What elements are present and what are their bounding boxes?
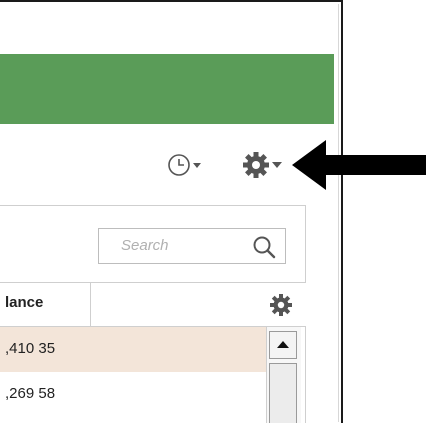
- balance-cell: ,269 58: [5, 385, 56, 402]
- chevron-down-icon: [193, 163, 201, 168]
- annotation-arrow-icon: [292, 140, 426, 190]
- chevron-down-icon: [272, 162, 282, 168]
- history-dropdown-button[interactable]: [166, 151, 204, 179]
- arrow-up-icon: [277, 341, 289, 348]
- app-window: Search lance ,410 35 ,269 58: [0, 0, 343, 423]
- search-placeholder: Search: [121, 237, 169, 254]
- table-row[interactable]: ,269 58: [0, 372, 266, 417]
- column-settings-gear-icon[interactable]: [268, 292, 294, 318]
- scroll-thumb[interactable]: [269, 363, 297, 423]
- search-icon[interactable]: [251, 234, 277, 260]
- column-header-balance[interactable]: lance: [5, 294, 43, 311]
- search-input[interactable]: Search: [98, 228, 286, 264]
- column-divider[interactable]: [90, 283, 91, 327]
- gear-icon: [243, 152, 282, 178]
- table-row[interactable]: ,410 35: [0, 327, 266, 372]
- balance-cell: ,410 35: [5, 340, 56, 357]
- header-band: [0, 54, 334, 124]
- scroll-up-button[interactable]: [269, 331, 297, 359]
- vertical-scrollbar[interactable]: [266, 327, 301, 423]
- clock-icon: [168, 154, 201, 176]
- table-header: lance: [0, 282, 306, 327]
- data-panel: Search lance ,410 35 ,269 58: [0, 205, 306, 423]
- settings-dropdown-button[interactable]: [240, 149, 288, 181]
